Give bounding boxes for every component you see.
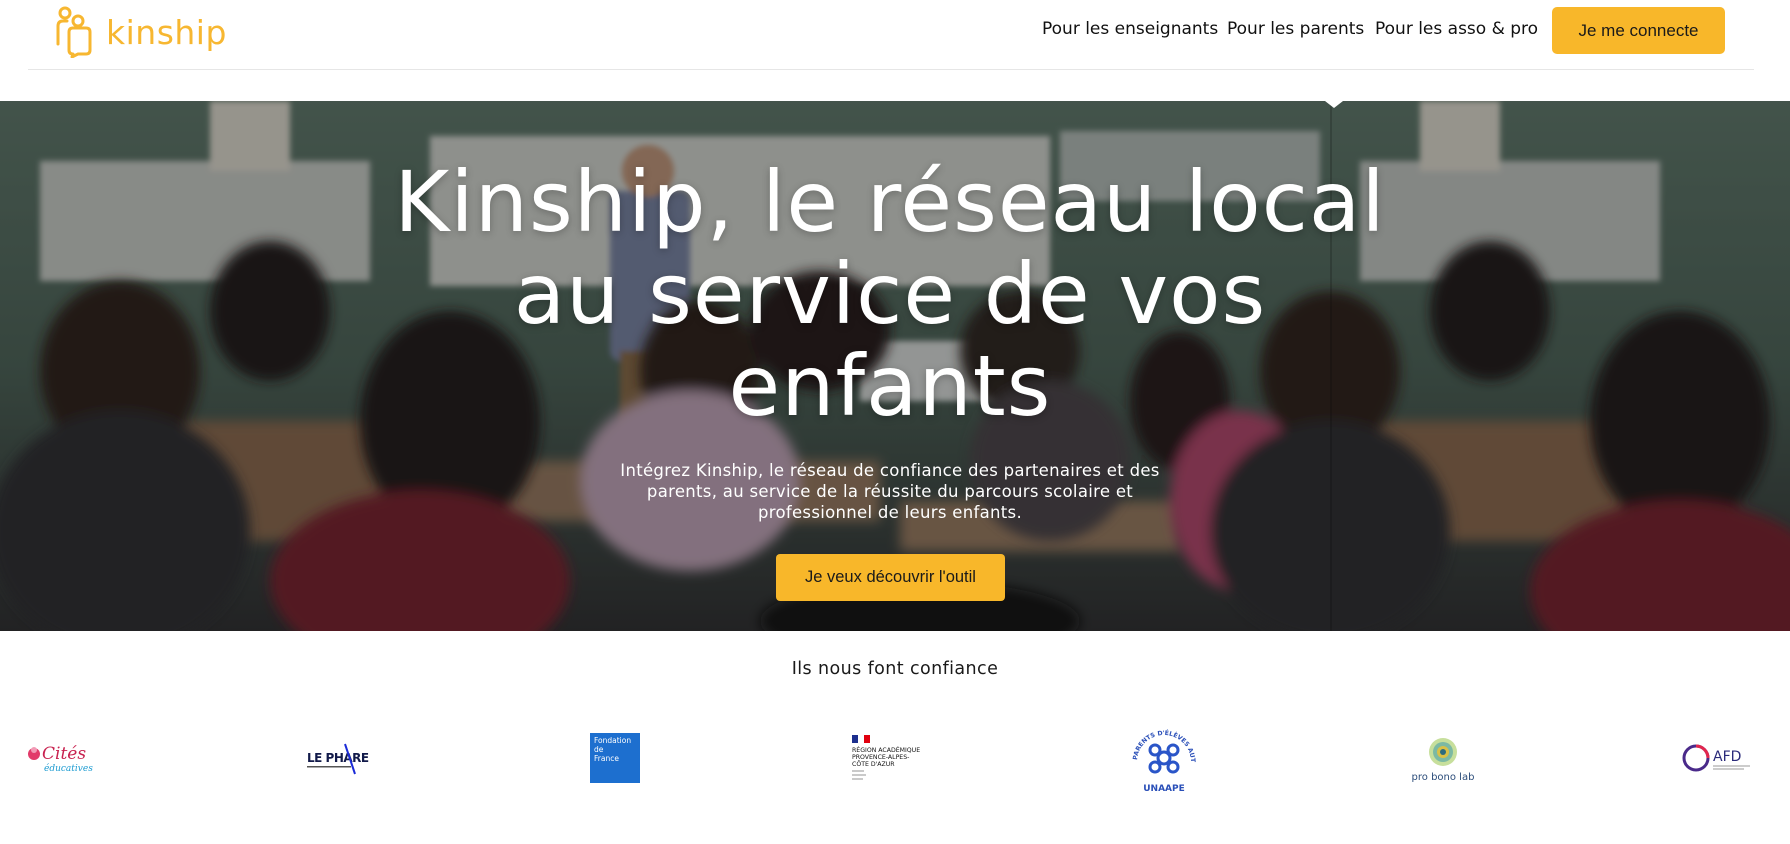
hero-title: Kinship, le réseau local au service de v… <box>300 156 1480 432</box>
nav-link-associations[interactable]: Pour les asso & pro <box>1375 19 1538 39</box>
partner-region-academique[interactable]: RÉGION ACADÉMIQUE PROVENCE-ALPES- CÔTE D… <box>850 733 930 783</box>
partner-cites-educatives[interactable]: Cités éducatives <box>24 738 104 778</box>
header-divider <box>28 69 1754 70</box>
site-header: kinship Pour les enseignants Pour les pa… <box>0 0 1790 70</box>
pro-bono-lab-text: pro bono lab <box>1412 772 1475 783</box>
partner-afd[interactable]: AFD <box>1680 740 1756 776</box>
unaape-text: UNAAPE <box>1143 784 1185 794</box>
hero-subtitle: Intégrez Kinship, le réseau de confiance… <box>600 460 1180 523</box>
hero-subtitle-line-1: Intégrez Kinship, le réseau de confiance… <box>620 461 1160 480</box>
france-text: France <box>594 754 619 763</box>
pro-bono-lab-logo-icon: pro bono lab <box>1412 738 1475 783</box>
region-line-1: RÉGION ACADÉMIQUE <box>852 745 920 754</box>
hero-title-line-3: enfants <box>728 337 1052 435</box>
hero-subtitle-line-3: professionnel de leurs enfants. <box>757 503 1022 522</box>
unaape-ring-text: PARENTS D'ÉLÈVES AUTONOMES <box>1127 722 1196 763</box>
fondation-de-france-logo-icon: Fondation de France <box>590 733 640 783</box>
region-line-3: CÔTE D'AZUR <box>852 759 895 768</box>
hero-title-line-2: au service de vos <box>513 245 1267 343</box>
partners-title: Ils nous font confiance <box>791 659 999 679</box>
unaape-logo-icon: PARENTS D'ÉLÈVES AUTONOMES UNAAPE <box>1127 722 1196 794</box>
le-phare-logo-icon: LE PHARE <box>307 743 369 775</box>
cites-text: Cités <box>42 744 86 764</box>
svg-text:PARENTS D'ÉLÈVES AUTONOMES: PARENTS D'ÉLÈVES AUTONOMES <box>1127 722 1196 763</box>
brand-logo[interactable]: kinship <box>54 6 227 58</box>
kinship-logo-icon <box>56 6 92 58</box>
brand-name: kinship <box>106 12 227 52</box>
hero-title-line-1: Kinship, le réseau local <box>394 153 1386 251</box>
cites-educatives-logo-icon: Cités éducatives <box>28 744 93 774</box>
afd-text: AFD <box>1713 749 1741 765</box>
region-line-2: PROVENCE-ALPES- <box>852 754 909 761</box>
fondation-text: Fondation <box>594 736 631 745</box>
hero-notch-decoration <box>1325 98 1343 108</box>
hero-subtitle-line-2: parents, au service de la réussite du pa… <box>646 482 1134 501</box>
region-sud-logo-icon: RÉGION ACADÉMIQUE PROVENCE-ALPES- CÔTE D… <box>852 735 920 780</box>
partner-pro-bono-lab[interactable]: pro bono lab <box>1408 732 1478 786</box>
le-phare-text: LE PHARE <box>307 751 369 765</box>
educatives-text: éducatives <box>44 763 93 774</box>
partner-le-phare[interactable]: LE PHARE <box>305 740 371 776</box>
de-text: de <box>594 745 604 754</box>
discover-tool-button[interactable]: Je veux découvrir l'outil <box>776 554 1005 601</box>
nav-link-teachers[interactable]: Pour les enseignants <box>1042 19 1218 39</box>
afd-logo-icon: AFD <box>1682 744 1750 772</box>
nav-link-parents[interactable]: Pour les parents <box>1227 19 1364 39</box>
login-button[interactable]: Je me connecte <box>1552 7 1725 54</box>
partner-fondation-de-france[interactable]: Fondation de France <box>590 733 640 783</box>
partner-unaape[interactable]: PARENTS D'ÉLÈVES AUTONOMES UNAAPE <box>1127 722 1201 796</box>
